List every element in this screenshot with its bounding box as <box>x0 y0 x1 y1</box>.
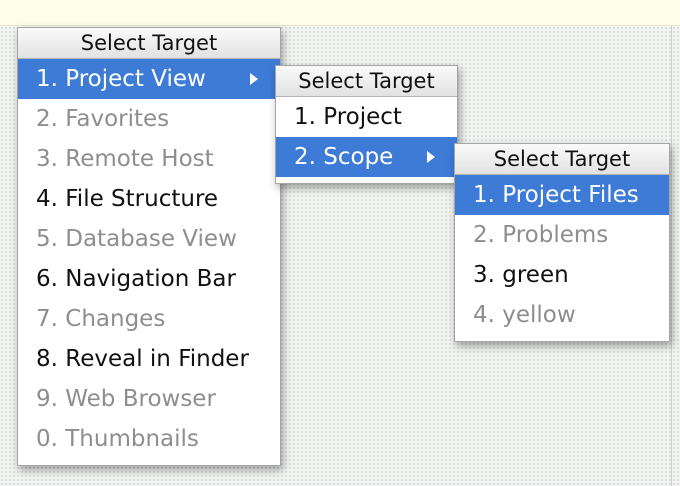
submenu-arrow-icon <box>250 73 258 85</box>
menu-item-favorites[interactable]: 2. Favorites <box>18 99 280 139</box>
menu-item-remote-host[interactable]: 3. Remote Host <box>18 139 280 179</box>
menu-item-label: 9. Web Browser <box>36 386 216 412</box>
menu-item-label: 1. Project View <box>36 66 206 92</box>
menu-item-web-browser[interactable]: 9. Web Browser <box>18 379 280 419</box>
menu-item-label: 3. Remote Host <box>36 146 214 172</box>
menu-item-label: 5. Database View <box>36 226 237 252</box>
menu-item-project-view[interactable]: 1. Project View <box>18 59 280 99</box>
menu-item-green[interactable]: 3. green <box>455 255 669 295</box>
menu-item-label: 4. yellow <box>473 302 576 328</box>
menu-item-label: 0. Thumbnails <box>36 426 199 452</box>
menu-item-project-files[interactable]: 1. Project Files <box>455 175 669 215</box>
menu-item-scope[interactable]: 2. Scope <box>276 137 457 177</box>
menu-item-label: 2. Favorites <box>36 106 170 132</box>
scope-submenu: Select Target 1. Project Files 2. Proble… <box>454 143 670 342</box>
menu-item-project[interactable]: 1. Project <box>276 97 457 137</box>
menu-item-label: 3. green <box>473 262 569 288</box>
menu-item-label: 8. Reveal in Finder <box>36 346 249 372</box>
menu-item-thumbnails[interactable]: 0. Thumbnails <box>18 419 280 459</box>
popup-title: Select Target <box>455 144 669 175</box>
menu-item-label: 2. Problems <box>473 222 609 248</box>
menu-item-label: 1. Project Files <box>473 182 639 208</box>
menu-item-navigation-bar[interactable]: 6. Navigation Bar <box>18 259 280 299</box>
project-view-submenu: Select Target 1. Project 2. Scope <box>275 65 458 184</box>
menu-item-label: 7. Changes <box>36 306 166 332</box>
menu-item-database-view[interactable]: 5. Database View <box>18 219 280 259</box>
submenu-arrow-icon <box>427 151 435 163</box>
menu-item-file-structure[interactable]: 4. File Structure <box>18 179 280 219</box>
select-target-popup: Select Target 1. Project View 2. Favorit… <box>17 27 281 466</box>
popup-title: Select Target <box>18 28 280 59</box>
menu-item-yellow[interactable]: 4. yellow <box>455 295 669 335</box>
menu-item-changes[interactable]: 7. Changes <box>18 299 280 339</box>
menu-item-label: 2. Scope <box>294 144 394 170</box>
menu-item-problems[interactable]: 2. Problems <box>455 215 669 255</box>
menu-item-label: 6. Navigation Bar <box>36 266 236 292</box>
menu-item-reveal-in-finder[interactable]: 8. Reveal in Finder <box>18 339 280 379</box>
menu-item-label: 4. File Structure <box>36 186 219 212</box>
menu-item-label: 1. Project <box>294 104 402 130</box>
editor-area-top <box>0 0 680 26</box>
popup-title: Select Target <box>276 66 457 97</box>
editor-right-margin-line <box>671 26 672 486</box>
